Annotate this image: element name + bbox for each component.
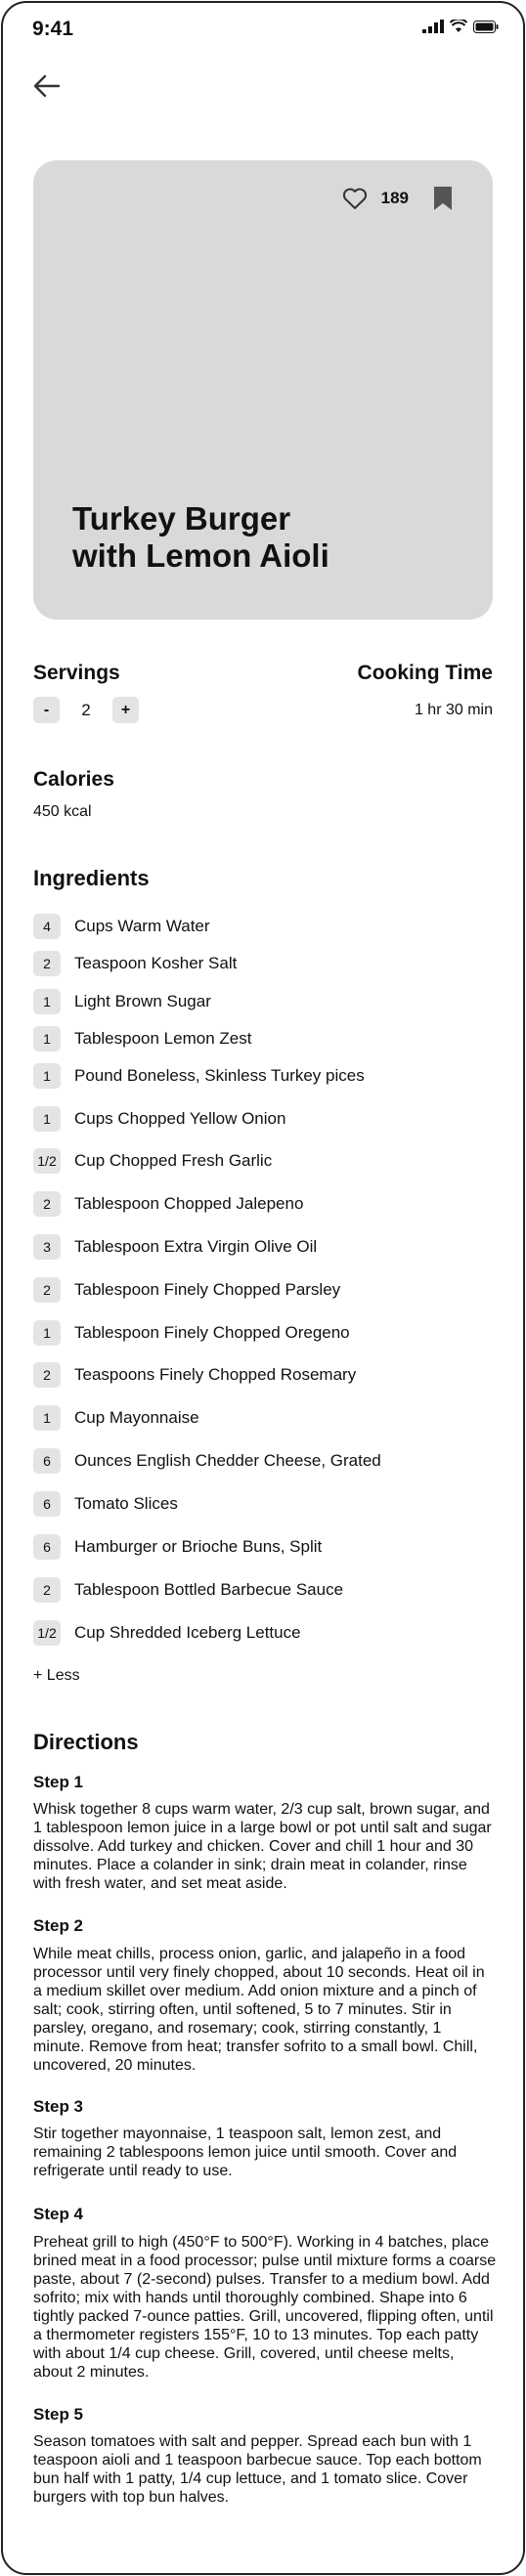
ingredient-qty: 1 bbox=[33, 989, 61, 1014]
ingredient-name: Cup Chopped Fresh Garlic bbox=[74, 1151, 273, 1170]
ingredient-qty: 2 bbox=[33, 1191, 61, 1217]
ingredient-name: Tablespoon Bottled Barbecue Sauce bbox=[74, 1580, 344, 1599]
cooking-time-label: Cooking Time bbox=[357, 662, 493, 684]
ingredient-name: Tablespoon Lemon Zest bbox=[74, 1029, 252, 1048]
ingredient-row: 2 Tablespoon Finely Chopped Parsley bbox=[33, 1276, 340, 1304]
ingredient-qty: 6 bbox=[33, 1448, 61, 1474]
ingredient-row: 2 Tablespoon Bottled Barbecue Sauce bbox=[33, 1576, 343, 1604]
ingredient-name: Cup Mayonnaise bbox=[74, 1408, 199, 1427]
step-text: Season tomatoes with salt and pepper. Sp… bbox=[33, 2433, 482, 2506]
hero-actions: 189 bbox=[342, 186, 454, 211]
servings-decrease-button[interactable]: - bbox=[33, 697, 60, 723]
servings-increase-button[interactable]: + bbox=[112, 697, 139, 723]
cooking-time-value: 1 hr 30 min bbox=[414, 702, 493, 718]
servings-value: 2 bbox=[81, 700, 91, 719]
ingredient-qty: 3 bbox=[33, 1234, 61, 1260]
step-title: Step 5 bbox=[33, 2405, 84, 2424]
calories-label: Calories bbox=[33, 768, 114, 791]
status-bar: 9:41 bbox=[0, 0, 526, 57]
back-button[interactable] bbox=[29, 68, 65, 104]
ingredient-row: 1/2 Cup Chopped Fresh Garlic bbox=[33, 1147, 272, 1175]
ingredient-row: 1 Tablespoon Finely Chopped Oregeno bbox=[33, 1319, 350, 1347]
recipe-title: Turkey Burger with Lemon Aioli bbox=[72, 500, 463, 575]
servings-label: Servings bbox=[33, 662, 120, 684]
ingredient-row: 1 Cups Chopped Yellow Onion bbox=[33, 1105, 285, 1133]
bookmark-icon[interactable] bbox=[432, 186, 454, 211]
ingredient-qty: 1 bbox=[33, 1106, 61, 1132]
ingredient-name: Ounces English Chedder Cheese, Grated bbox=[74, 1451, 381, 1470]
recipe-title-line1: Turkey Burger bbox=[72, 500, 291, 537]
ingredient-qty: 2 bbox=[33, 1277, 61, 1303]
ingredient-qty: 1/2 bbox=[33, 1148, 61, 1174]
signal-icon bbox=[422, 20, 444, 33]
ingredient-qty: 1 bbox=[33, 1063, 61, 1089]
ingredient-row: 1 Tablespoon Lemon Zest bbox=[33, 1025, 251, 1052]
ingredient-name: Tablespoon Finely Chopped Oregeno bbox=[74, 1323, 350, 1342]
heart-icon[interactable] bbox=[342, 187, 368, 210]
step-title: Step 2 bbox=[33, 1916, 84, 1935]
step-title: Step 4 bbox=[33, 2205, 84, 2223]
ingredient-name: Tablespoon Chopped Jalepeno bbox=[74, 1194, 304, 1213]
ingredient-name: Hamburger or Brioche Buns, Split bbox=[74, 1537, 323, 1556]
ingredient-qty: 2 bbox=[33, 1577, 61, 1603]
ingredient-name: Teaspoons Finely Chopped Rosemary bbox=[74, 1365, 357, 1384]
ingredient-name: Tablespoon Extra Virgin Olive Oil bbox=[74, 1237, 318, 1256]
ingredient-qty: 6 bbox=[33, 1491, 61, 1517]
directions-label: Directions bbox=[33, 1730, 139, 1754]
ingredient-qty: 2 bbox=[33, 1362, 61, 1388]
ingredient-name: Pound Boneless, Skinless Turkey pices bbox=[74, 1066, 365, 1085]
ingredients-label: Ingredients bbox=[33, 866, 150, 890]
ingredient-name: Teaspoon Kosher Salt bbox=[74, 954, 238, 972]
step-text: While meat chills, process onion, garlic… bbox=[33, 1946, 485, 2074]
ingredient-row: 6 Hamburger or Brioche Buns, Split bbox=[33, 1533, 322, 1561]
ingredient-qty: 1 bbox=[33, 1320, 61, 1346]
ingredient-row: 2 Teaspoons Finely Chopped Rosemary bbox=[33, 1361, 356, 1389]
ingredient-name: Cups Chopped Yellow Onion bbox=[74, 1109, 286, 1128]
status-icons bbox=[422, 20, 499, 33]
ingredient-name: Cups Warm Water bbox=[74, 917, 210, 935]
ingredient-row: 6 Ounces English Chedder Cheese, Grated bbox=[33, 1447, 381, 1475]
step-text: Preheat grill to high (450°F to 500°F). … bbox=[33, 2234, 497, 2381]
ingredient-row: 3 Tablespoon Extra Virgin Olive Oil bbox=[33, 1233, 317, 1261]
ingredient-row: 6 Tomato Slices bbox=[33, 1490, 178, 1518]
ingredient-qty: 1 bbox=[33, 1405, 61, 1431]
ingredient-row: 2 Tablespoon Chopped Jalepeno bbox=[33, 1190, 303, 1218]
ingredient-row: 1 Light Brown Sugar bbox=[33, 988, 211, 1015]
ingredient-name: Cup Shredded Iceberg Lettuce bbox=[74, 1623, 301, 1642]
ingredient-qty: 1 bbox=[33, 1026, 61, 1052]
recipe-title-line2: with Lemon Aioli bbox=[72, 537, 329, 574]
calories-value: 450 kcal bbox=[33, 803, 92, 820]
likes-count: 189 bbox=[380, 189, 409, 207]
step-title: Step 1 bbox=[33, 1773, 84, 1791]
ingredient-row: 1 Pound Boneless, Skinless Turkey pices bbox=[33, 1062, 365, 1090]
ingredient-name: Tablespoon Finely Chopped Parsley bbox=[74, 1280, 341, 1299]
ingredient-name: Light Brown Sugar bbox=[74, 992, 211, 1010]
status-time: 9:41 bbox=[32, 18, 74, 40]
ingredient-qty: 6 bbox=[33, 1534, 61, 1560]
ingredient-row: 4 Cups Warm Water bbox=[33, 913, 210, 940]
arrow-left-icon bbox=[33, 74, 61, 98]
ingredient-row: 1 Cup Mayonnaise bbox=[33, 1404, 199, 1432]
recipe-hero-card: 189 Turkey Burger with Lemon Aioli bbox=[33, 160, 493, 620]
step-text: Whisk together 8 cups warm water, 2/3 cu… bbox=[33, 1801, 492, 1892]
show-less-link[interactable]: + Less bbox=[33, 1667, 80, 1685]
ingredient-qty: 4 bbox=[33, 914, 61, 939]
step-text: Stir together mayonnaise, 1 teaspoon sal… bbox=[33, 2125, 458, 2179]
battery-icon bbox=[473, 20, 499, 33]
ingredient-qty: 2 bbox=[33, 951, 61, 976]
step-title: Step 3 bbox=[33, 2097, 84, 2116]
servings-stepper: - 2 + bbox=[33, 697, 139, 723]
wifi-icon bbox=[450, 20, 467, 32]
ingredient-name: Tomato Slices bbox=[74, 1494, 178, 1513]
ingredient-qty: 1/2 bbox=[33, 1620, 61, 1646]
ingredient-row: 2 Teaspoon Kosher Salt bbox=[33, 950, 237, 977]
ingredient-row: 1/2 Cup Shredded Iceberg Lettuce bbox=[33, 1619, 301, 1647]
